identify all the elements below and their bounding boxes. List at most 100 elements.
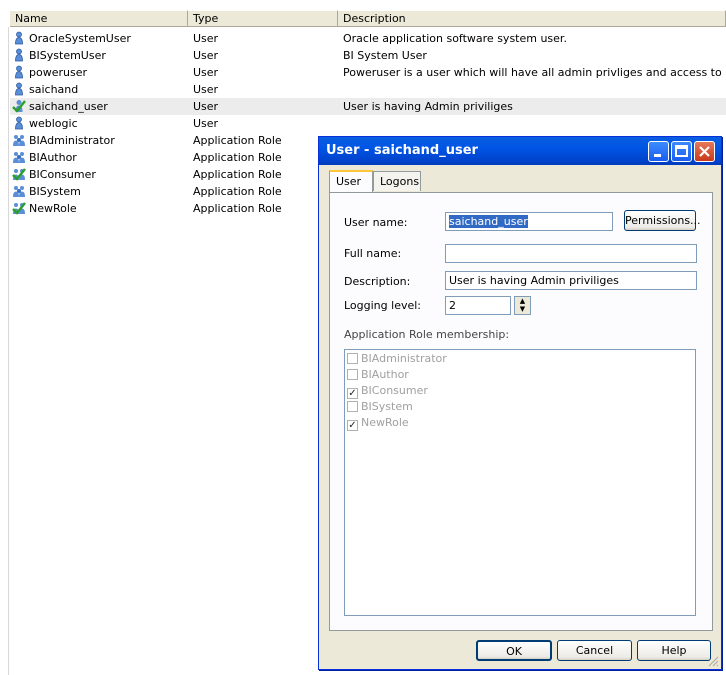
- tab-user[interactable]: User: [329, 170, 373, 192]
- row-name-label: poweruser: [29, 66, 87, 79]
- row-name-label: NewRole: [29, 202, 77, 215]
- row-name: BISystem: [10, 183, 188, 200]
- column-header-description-label: Description: [343, 12, 406, 25]
- permissions-button[interactable]: Permissions...: [624, 210, 701, 231]
- user-icon: [12, 116, 26, 130]
- maximize-icon[interactable]: [671, 141, 692, 162]
- column-header-type-label: Type: [193, 12, 219, 25]
- cancel-button[interactable]: Cancel: [557, 640, 632, 661]
- row-description: BI System User: [343, 49, 427, 62]
- row-name-label: BISystem: [29, 185, 81, 198]
- logging-level-field[interactable]: 2: [445, 296, 511, 315]
- row-name: BISystemUser: [10, 47, 188, 64]
- user-name-value: saichand_user: [449, 215, 528, 228]
- minimize-icon[interactable]: [648, 141, 669, 162]
- checked-role-icon: [12, 201, 26, 215]
- checked-user-icon: [12, 99, 26, 113]
- row-name: saichand: [10, 81, 188, 98]
- row-name-label: BISystemUser: [29, 49, 106, 62]
- checkbox-checked-icon[interactable]: ✓: [347, 388, 358, 399]
- row-type: User: [193, 83, 219, 96]
- row-type: Application Role: [193, 185, 282, 198]
- help-button[interactable]: Help: [637, 640, 711, 661]
- list-left-rule: [8, 27, 9, 675]
- logging-level-label: Logging level:: [344, 299, 421, 312]
- checked-role-icon: [12, 167, 26, 181]
- table-row[interactable]: BISystemUser User BI System User: [10, 47, 726, 64]
- membership-label: Application Role membership:: [344, 328, 510, 341]
- row-description: Poweruser is a user which will have all …: [343, 66, 726, 79]
- column-header-name-label: Name: [15, 12, 48, 25]
- close-icon[interactable]: [694, 141, 715, 162]
- logging-level-spinner[interactable]: ▲ ▼: [514, 296, 531, 315]
- table-row[interactable]: weblogic User: [10, 115, 726, 132]
- user-icon: [12, 82, 26, 96]
- column-header-type[interactable]: Type: [188, 10, 338, 27]
- spin-up-icon[interactable]: ▲: [515, 297, 530, 305]
- description-field[interactable]: User is having Admin priviliges: [445, 271, 697, 290]
- row-name-label: saichand: [29, 83, 79, 96]
- role-checkbox-item[interactable]: BISystem: [347, 399, 413, 415]
- role-icon: [12, 133, 26, 147]
- role-checkbox-item[interactable]: BIAdministrator: [347, 351, 447, 367]
- role-icon: [12, 150, 26, 164]
- checkbox-icon[interactable]: [347, 353, 358, 364]
- user-name-field[interactable]: saichand_user: [445, 212, 613, 231]
- row-name: BIConsumer: [10, 166, 188, 183]
- row-name-label: OracleSystemUser: [29, 32, 131, 45]
- row-type: User: [193, 100, 219, 113]
- tab-user-label: User: [336, 175, 362, 188]
- role-checkbox-item[interactable]: ✓ NewRole: [347, 415, 409, 431]
- full-name-field[interactable]: [445, 244, 697, 263]
- role-label: NewRole: [361, 416, 409, 429]
- row-description: User is having Admin priviliges: [343, 100, 513, 113]
- row-type: User: [193, 117, 219, 130]
- spin-down-icon[interactable]: ▼: [515, 305, 530, 313]
- table-row[interactable]: saichand User: [10, 81, 726, 98]
- row-name: NewRole: [10, 200, 188, 217]
- row-name-label: BIAuthor: [29, 151, 77, 164]
- row-type: Application Role: [193, 202, 282, 215]
- role-label: BIAdministrator: [361, 352, 447, 365]
- row-name-label: saichand_user: [29, 100, 108, 113]
- row-name: BIAuthor: [10, 149, 188, 166]
- checkbox-icon[interactable]: [347, 369, 358, 380]
- row-type: Application Role: [193, 168, 282, 181]
- role-label: BISystem: [361, 400, 413, 413]
- column-header-description[interactable]: Description: [338, 10, 726, 27]
- full-name-label: Full name:: [344, 247, 402, 260]
- row-description: Oracle application software system user.: [343, 32, 567, 45]
- row-type: Application Role: [193, 151, 282, 164]
- checkbox-checked-icon[interactable]: ✓: [347, 420, 358, 431]
- row-name: BIAdministrator: [10, 132, 188, 149]
- table-row[interactable]: saichand_user User User is having Admin pr…: [10, 98, 726, 115]
- role-icon: [12, 184, 26, 198]
- row-name: OracleSystemUser: [10, 30, 188, 47]
- dialog-title: User - saichand_user: [326, 143, 478, 158]
- checkbox-icon[interactable]: [347, 401, 358, 412]
- user-icon: [12, 31, 26, 45]
- column-header-name[interactable]: Name: [10, 10, 188, 27]
- role-checkbox-item[interactable]: BIAuthor: [347, 367, 409, 383]
- tab-logons-label: Logons: [380, 175, 420, 188]
- user-icon: [12, 48, 26, 62]
- row-name: saichand_user: [10, 98, 188, 115]
- row-type: Application Role: [193, 134, 282, 147]
- row-type: User: [193, 49, 219, 62]
- resize-grip-icon[interactable]: [707, 655, 719, 667]
- tab-logons[interactable]: Logons: [373, 171, 421, 191]
- row-name: poweruser: [10, 64, 188, 81]
- user-dialog: User - saichand_user User Logons User na…: [318, 136, 722, 670]
- description-label: Description:: [344, 275, 411, 288]
- table-row[interactable]: poweruser User Poweruser is a user which w…: [10, 64, 726, 81]
- row-name-label: weblogic: [29, 117, 78, 130]
- row-type: User: [193, 32, 219, 45]
- ok-button[interactable]: OK: [476, 640, 552, 661]
- user-tab-panel: User name: saichand_user Permissions... …: [329, 192, 713, 631]
- row-name: weblogic: [10, 115, 188, 132]
- role-label: BIConsumer: [361, 384, 428, 397]
- user-name-label: User name:: [344, 216, 408, 229]
- role-membership-list: BIAdministrator BIAuthor ✓ BIConsumer BISyst…: [344, 349, 696, 616]
- role-checkbox-item[interactable]: ✓ BIConsumer: [347, 383, 428, 399]
- table-row[interactable]: OracleSystemUser User Oracle application s…: [10, 30, 726, 47]
